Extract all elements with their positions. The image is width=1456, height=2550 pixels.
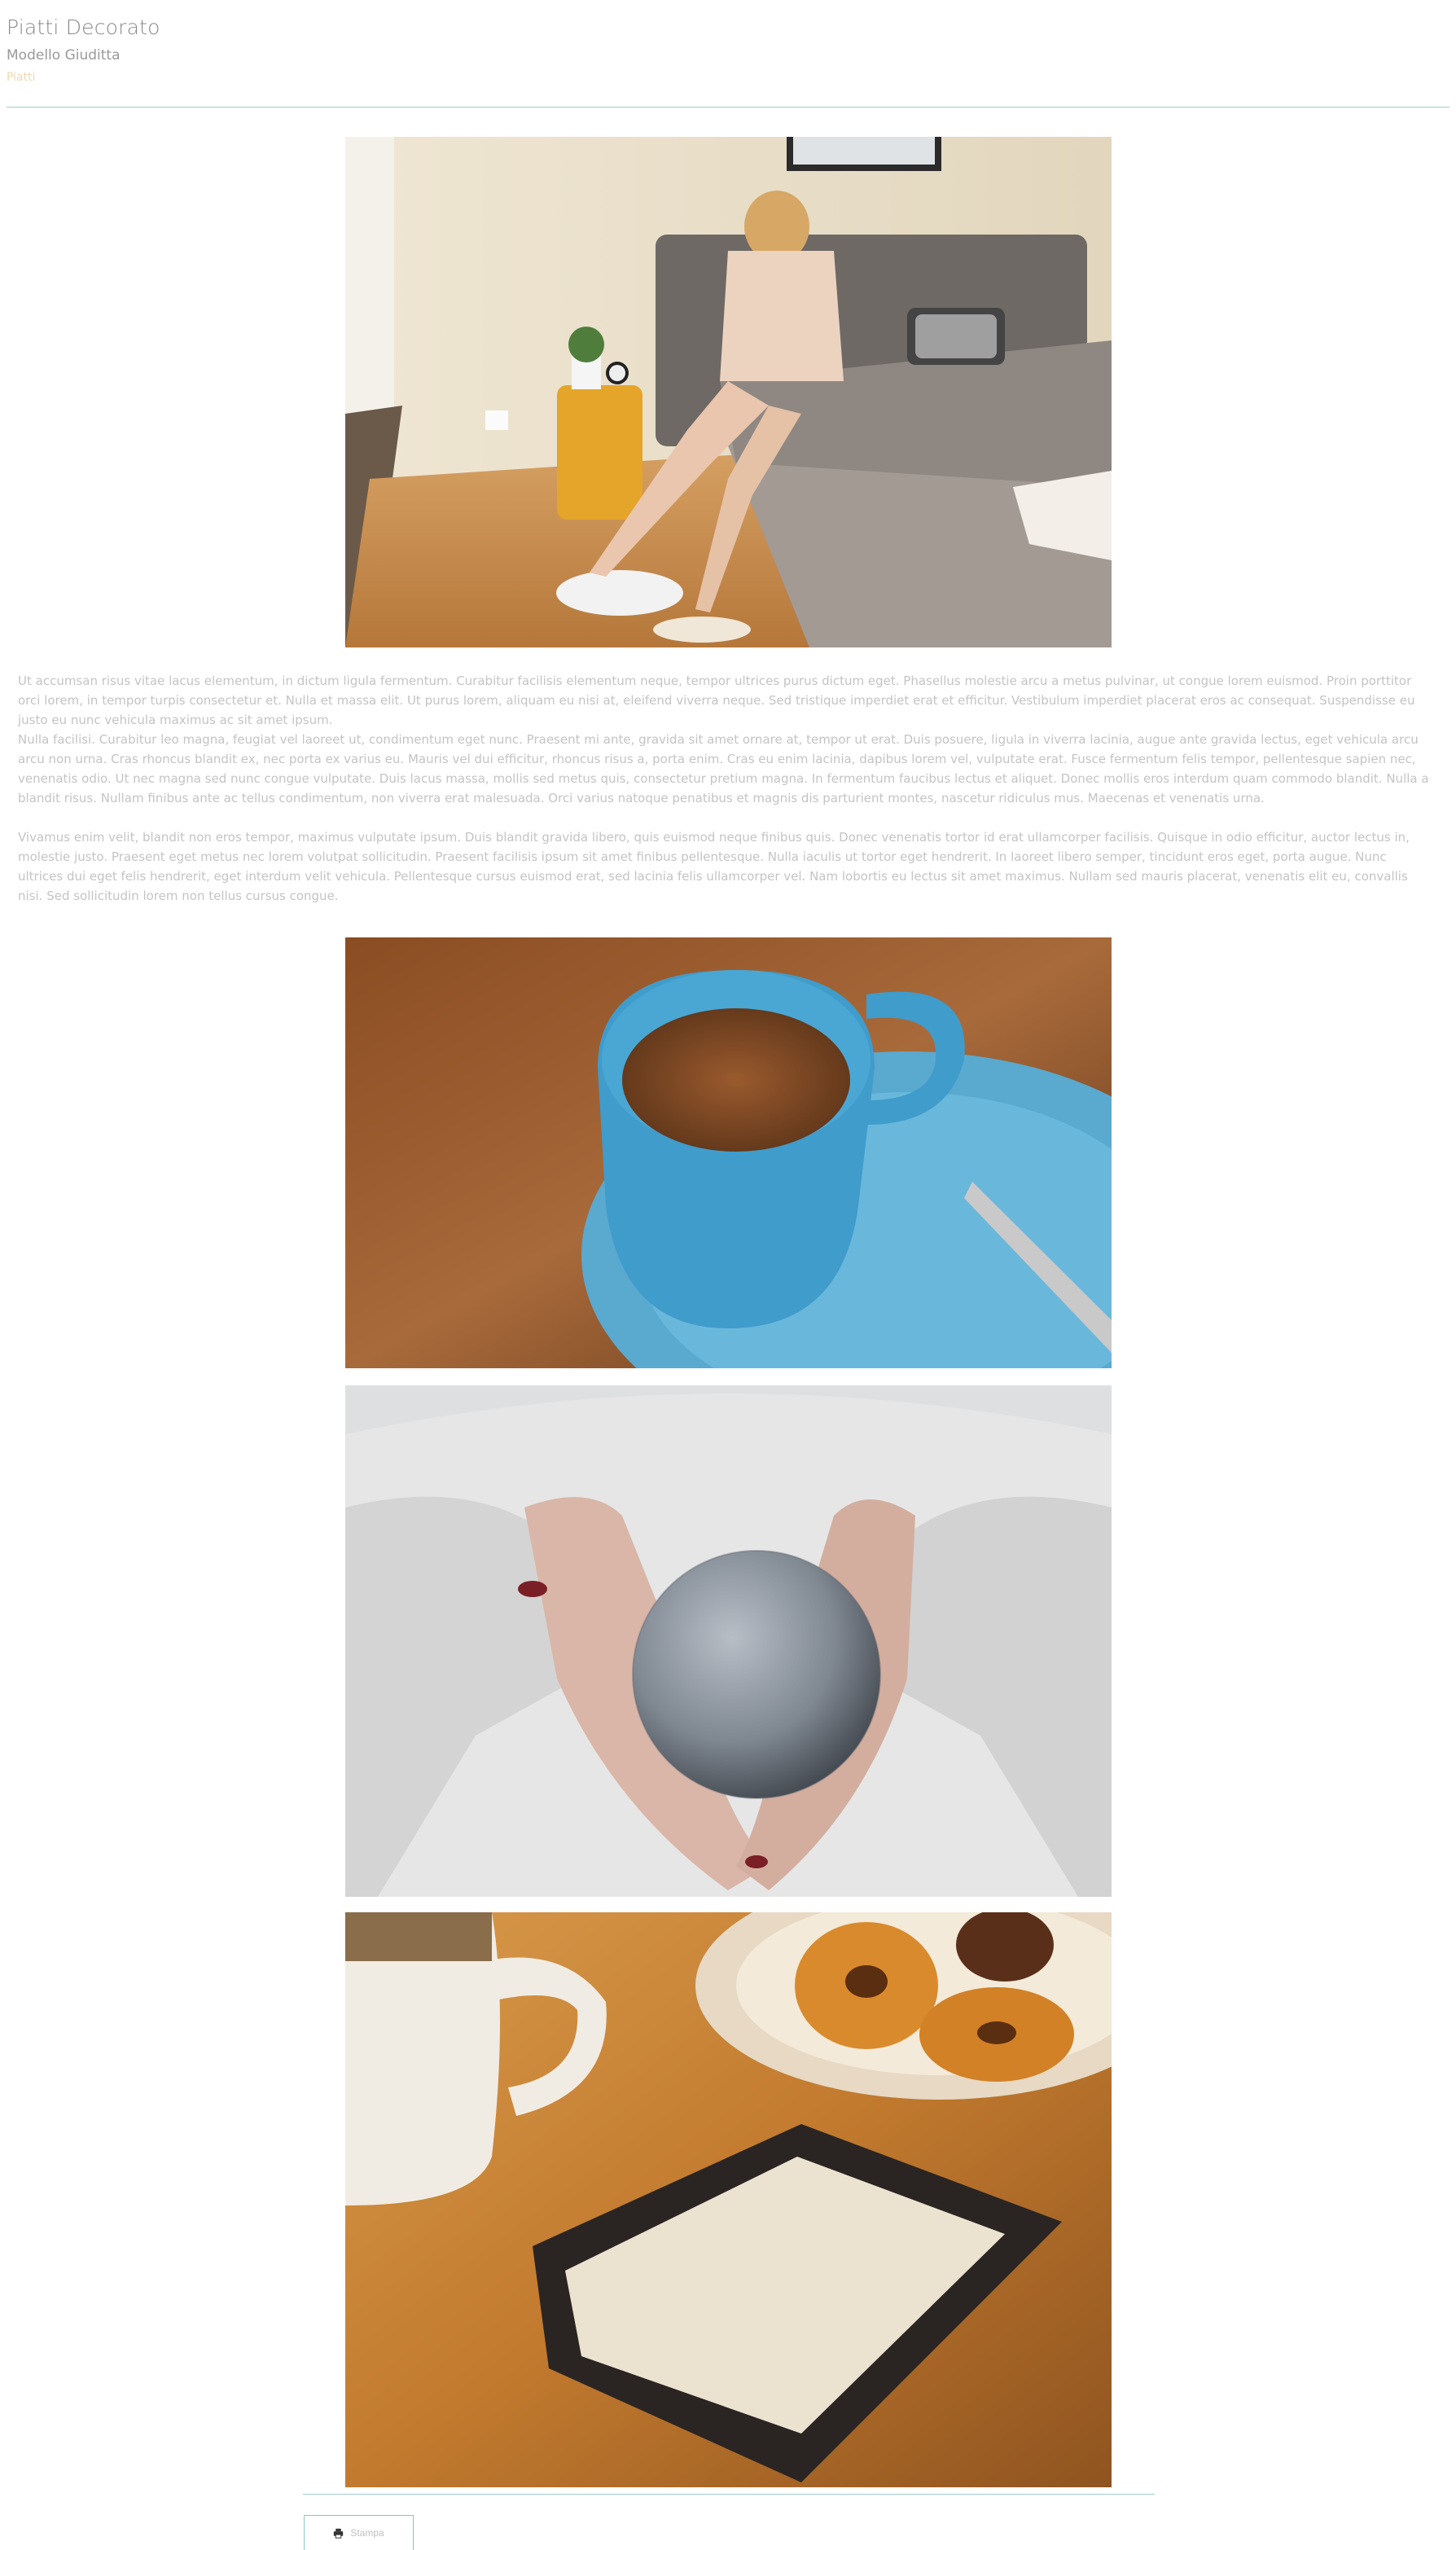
gallery-image-ornament[interactable] bbox=[345, 1385, 1112, 1897]
header-divider bbox=[7, 107, 1449, 108]
page-title: Piatti Decorato bbox=[7, 15, 160, 39]
printer-icon bbox=[333, 2528, 344, 2539]
gallery-image-ereader[interactable] bbox=[345, 1912, 1112, 2487]
print-label: Stampa bbox=[350, 2527, 384, 2539]
main-image-bedroom bbox=[345, 137, 1112, 647]
page-subtitle: Modello Giuditta bbox=[7, 47, 121, 64]
print-button[interactable]: Stampa bbox=[304, 2515, 414, 2550]
paragraph: Nulla facilisi. Curabitur leo magna, feu… bbox=[18, 732, 1429, 805]
category-link[interactable]: Piatti bbox=[7, 68, 1449, 86]
page-header: Piatti Decorato Modello Giuditta Piatti bbox=[7, 11, 1449, 86]
description-text: Ut accumsan risus vitae lacus elementum,… bbox=[18, 671, 1432, 906]
gallery-image-coffee[interactable] bbox=[345, 937, 1112, 1368]
paragraph: Vivamus enim velit, blandit non eros tem… bbox=[18, 830, 1410, 903]
footer-divider bbox=[303, 2494, 1155, 2495]
paragraph: Ut accumsan risus vitae lacus elementum,… bbox=[18, 674, 1415, 727]
